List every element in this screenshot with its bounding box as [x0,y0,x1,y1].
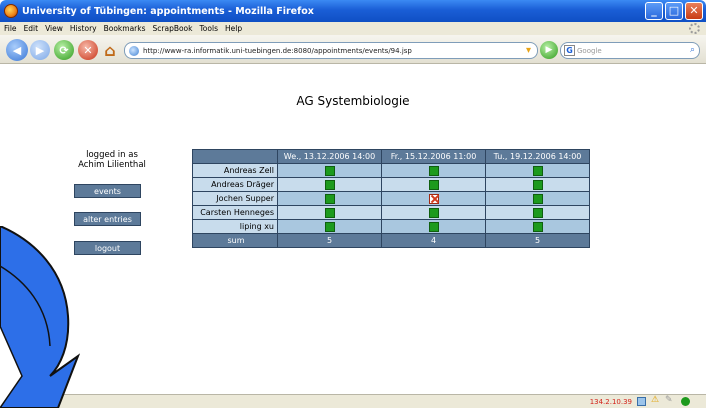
availability-cell[interactable] [277,205,382,220]
throbber-icon [689,23,700,34]
page-content: AG Systembiologie logged in as Achim Lil… [0,65,706,394]
available-icon [532,221,543,232]
events-button[interactable]: events [74,184,141,198]
availability-cell[interactable] [381,163,486,178]
menu-bookmarks[interactable]: Bookmarks [104,24,146,33]
stop-button[interactable]: ✕ [78,40,98,60]
availability-cell[interactable] [381,205,486,220]
menu-help[interactable]: Help [225,24,242,33]
table-row: Andreas Dräger [192,177,590,192]
available-icon [324,193,335,204]
table-header-row: We., 13.12.2006 14:00 Fr., 15.12.2006 11… [192,149,590,164]
ip-address: 134.2.10.39 [589,397,632,406]
header-corner [192,149,278,164]
participant-name: Andreas Zell [192,163,278,178]
availability-cell[interactable] [485,191,590,206]
home-button[interactable]: ⌂ [100,40,120,60]
back-button[interactable]: ◀ [6,39,28,61]
availability-cell[interactable] [485,205,590,220]
page-info-icon[interactable] [637,397,646,406]
date-header: Tu., 19.12.2006 14:00 [485,149,590,164]
url-text: http://www-ra.informatik.uni-tuebingen.d… [143,46,412,55]
availability-cell[interactable] [277,163,382,178]
table-row: liping xu [192,219,590,234]
date-header: Fr., 15.12.2006 11:00 [381,149,486,164]
date-header: We., 13.12.2006 14:00 [277,149,382,164]
participant-name: Andreas Dräger [192,177,278,192]
availability-cell[interactable] [381,219,486,234]
availability-cell[interactable] [381,177,486,192]
menu-tools[interactable]: Tools [200,24,218,33]
available-icon [532,165,543,176]
appointments-table: We., 13.12.2006 14:00 Fr., 15.12.2006 11… [192,149,590,248]
participant-name: Jochen Supper [192,191,278,206]
participant-name: liping xu [192,219,278,234]
table-row: Andreas Zell [192,163,590,178]
menu-bar: File Edit View History Bookmarks ScrapBo… [0,22,706,35]
login-label: logged in as [86,150,138,160]
sum-cell: 5 [485,233,590,248]
available-icon [324,207,335,218]
participant-name: Carsten Henneges [192,205,278,220]
available-icon [532,193,543,204]
menu-edit[interactable]: Edit [24,24,39,33]
available-icon [428,165,439,176]
available-icon [532,179,543,190]
dropdown-icon[interactable]: ▾ [526,45,531,56]
menu-file[interactable]: File [4,24,17,33]
login-info: logged in as Achim Lilienthal [70,150,154,170]
window-title: University of Tübingen: appointments - M… [22,5,314,17]
available-icon [428,179,439,190]
availability-cell[interactable] [277,191,382,206]
status-bar: one 134.2.10.39 ⚠ ✎ [0,394,706,408]
available-icon [324,179,335,190]
logout-button[interactable]: logout [74,241,141,255]
menu-view[interactable]: View [45,24,63,33]
menu-scrapbook[interactable]: ScrapBook [153,24,193,33]
login-user: Achim Lilienthal [78,160,146,170]
page-title: AG Systembiologie [296,94,410,108]
edit-icon[interactable]: ✎ [665,395,674,405]
minimize-button[interactable]: _ [645,2,663,20]
menu-history[interactable]: History [70,24,97,33]
availability-cell[interactable] [485,219,590,234]
window-controls: _ □ ✕ [645,2,703,20]
ok-status-icon[interactable] [681,397,690,406]
available-icon [532,207,543,218]
status-text: one [36,397,50,406]
search-icon[interactable]: ⌕ [690,45,695,55]
alter-entries-button[interactable]: alter entries [74,212,141,226]
unavailable-icon [428,193,439,204]
google-icon[interactable]: G [564,45,575,56]
reload-button[interactable]: ⟳ [54,40,74,60]
sum-cell: 4 [381,233,486,248]
availability-cell[interactable] [485,177,590,192]
firefox-icon [4,4,18,18]
globe-icon [129,45,139,56]
sum-row: sum 5 4 5 [192,233,590,248]
availability-cell[interactable] [485,163,590,178]
search-placeholder: Google [577,46,602,55]
available-icon [428,221,439,232]
availability-cell[interactable] [381,191,486,206]
maximize-button[interactable]: □ [665,2,683,20]
navigation-toolbar: ◀ ▶ ⟳ ✕ ⌂ http://www-ra.informatik.uni-t… [0,35,706,64]
go-button[interactable]: ▶ [540,41,558,59]
available-icon [428,207,439,218]
table-row: Carsten Henneges [192,205,590,220]
sum-label: sum [192,233,278,248]
availability-cell[interactable] [277,177,382,192]
table-body: Andreas Zell Andreas Dräger Jochen Supper C… [192,163,590,248]
forward-button[interactable]: ▶ [30,40,50,60]
available-icon [324,165,335,176]
address-bar[interactable]: http://www-ra.informatik.uni-tuebingen.d… [124,42,538,59]
window-title-bar[interactable]: University of Tübingen: appointments - M… [0,0,706,22]
availability-cell[interactable] [277,219,382,234]
available-icon [324,221,335,232]
table-row: Jochen Supper [192,191,590,206]
search-input[interactable]: G Google ⌕ [560,42,700,59]
warning-icon[interactable]: ⚠ [651,395,660,405]
close-button[interactable]: ✕ [685,2,703,20]
sum-cell: 5 [277,233,382,248]
